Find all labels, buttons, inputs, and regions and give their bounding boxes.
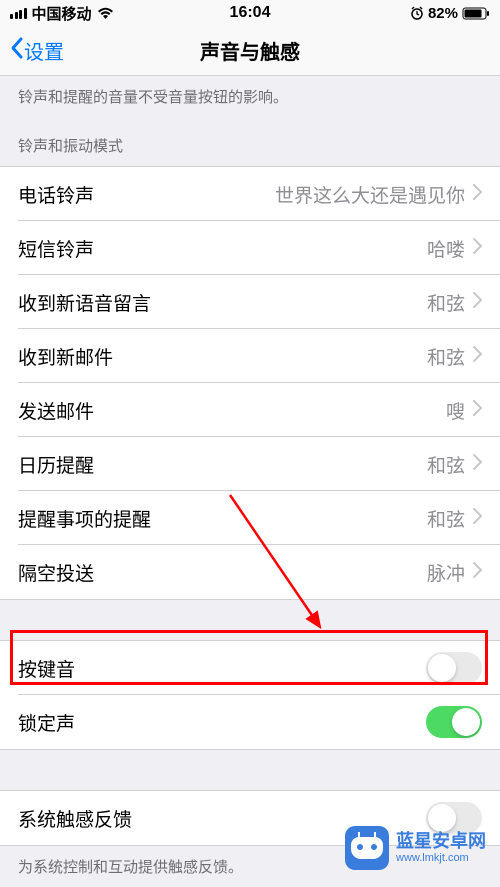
- chevron-right-icon: [473, 400, 482, 421]
- back-label: 设置: [24, 36, 64, 65]
- signal-icon: [10, 8, 27, 19]
- row-value: 和弦: [427, 343, 465, 370]
- status-right: 82%: [410, 5, 490, 22]
- row-phone-ringtone[interactable]: 电话铃声 世界这么大还是遇见你: [0, 167, 500, 221]
- row-reminder-alert[interactable]: 提醒事项的提醒 和弦: [0, 491, 500, 545]
- section-header-ringtones: 铃声和振动模式: [0, 117, 500, 166]
- row-value: 嗖: [446, 397, 465, 424]
- ringtone-group: 电话铃声 世界这么大还是遇见你 短信铃声 哈喽 收到新语音留言 和弦 收到新邮件…: [0, 166, 500, 600]
- volume-note: 铃声和提醒的音量不受音量按钮的影响。: [0, 76, 500, 117]
- status-left: 中国移动: [10, 3, 114, 24]
- row-label: 发送邮件: [18, 397, 94, 424]
- row-value: 和弦: [427, 451, 465, 478]
- row-label: 日历提醒: [18, 451, 94, 478]
- row-airdrop[interactable]: 隔空投送 脉冲: [0, 545, 500, 599]
- battery-percent: 82%: [428, 5, 458, 22]
- row-label: 锁定声: [18, 709, 75, 736]
- back-button[interactable]: 设置: [0, 36, 64, 66]
- row-value: 脉冲: [427, 559, 465, 586]
- row-calendar-alert[interactable]: 日历提醒 和弦: [0, 437, 500, 491]
- row-value: 哈喽: [427, 235, 465, 262]
- row-value: 和弦: [427, 289, 465, 316]
- toggle-keyboard-clicks[interactable]: [426, 652, 482, 684]
- watermark-title: 蓝星安卓网: [396, 831, 486, 852]
- row-value: 世界这么大还是遇见你: [275, 181, 465, 208]
- row-new-mail[interactable]: 收到新邮件 和弦: [0, 329, 500, 383]
- row-label: 收到新语音留言: [18, 289, 151, 316]
- row-text-tone[interactable]: 短信铃声 哈喽: [0, 221, 500, 275]
- alarm-icon: [410, 6, 424, 20]
- row-lock-sound: 锁定声: [0, 695, 500, 749]
- chevron-right-icon: [473, 562, 482, 583]
- watermark-url: www.lmkjt.com: [396, 852, 486, 865]
- row-label: 隔空投送: [18, 559, 94, 586]
- chevron-left-icon: [8, 36, 24, 66]
- row-label: 短信铃声: [18, 235, 94, 262]
- status-time: 16:04: [230, 4, 271, 22]
- carrier-label: 中国移动: [32, 3, 92, 24]
- chevron-right-icon: [473, 508, 482, 529]
- toggle-lock-sound[interactable]: [426, 706, 482, 738]
- chevron-right-icon: [473, 346, 482, 367]
- row-keyboard-clicks: 按键音: [0, 641, 500, 695]
- row-label: 按键音: [18, 655, 75, 682]
- chevron-right-icon: [473, 454, 482, 475]
- watermark: 蓝星安卓网 www.lmkjt.com: [345, 826, 486, 870]
- chevron-right-icon: [473, 184, 482, 205]
- row-label: 提醒事项的提醒: [18, 505, 151, 532]
- chevron-right-icon: [473, 238, 482, 259]
- status-bar: 中国移动 16:04 82%: [0, 0, 500, 26]
- row-value: 和弦: [427, 505, 465, 532]
- nav-bar: 设置 声音与触感: [0, 26, 500, 76]
- page-title: 声音与触感: [200, 36, 300, 65]
- row-label: 收到新邮件: [18, 343, 113, 370]
- row-voicemail[interactable]: 收到新语音留言 和弦: [0, 275, 500, 329]
- row-label: 电话铃声: [18, 181, 94, 208]
- wifi-icon: [97, 7, 114, 20]
- row-sent-mail[interactable]: 发送邮件 嗖: [0, 383, 500, 437]
- chevron-right-icon: [473, 292, 482, 313]
- keyboard-sound-group: 按键音 锁定声: [0, 640, 500, 750]
- row-label: 系统触感反馈: [18, 805, 132, 832]
- battery-icon: [462, 7, 490, 20]
- watermark-logo-icon: [345, 826, 389, 870]
